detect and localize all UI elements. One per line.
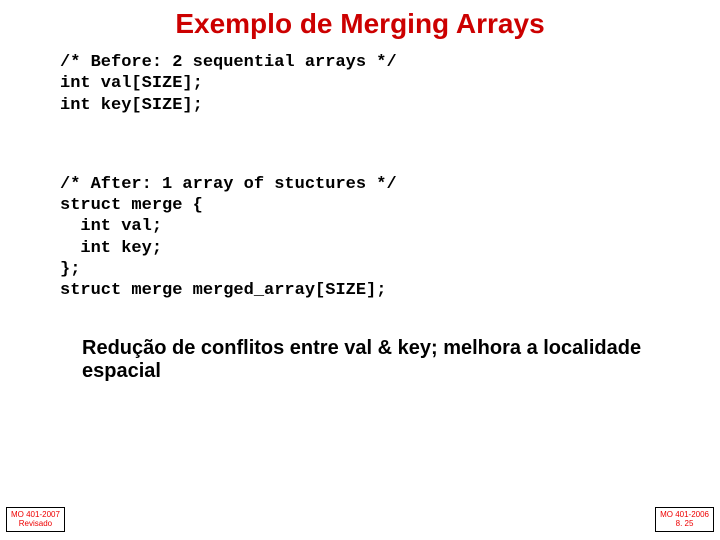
code-before-block: /* Before: 2 sequential arrays */ int va…: [0, 52, 720, 116]
summary-text: Redução de conflitos entre val & key; me…: [0, 301, 720, 383]
footer-left-line2: Revisado: [11, 519, 60, 529]
footer-left-box: MO 401-2007 Revisado: [6, 507, 65, 532]
code-after-block: /* After: 1 array of stuctures */ struct…: [0, 174, 720, 302]
footer-left-line1: MO 401-2007: [11, 510, 60, 520]
slide-title: Exemplo de Merging Arrays: [0, 0, 720, 52]
footer-right-line1: MO 401-2006: [660, 510, 709, 520]
footer-right-line2: 8. 25: [660, 519, 709, 529]
footer-right-box: MO 401-2006 8. 25: [655, 507, 714, 532]
spacer: [0, 116, 720, 174]
